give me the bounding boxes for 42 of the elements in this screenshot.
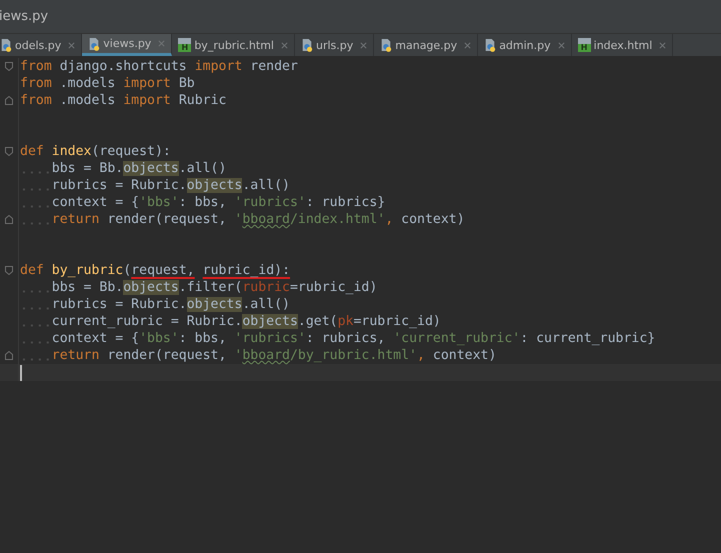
python-file-icon xyxy=(380,38,392,52)
code-line: current_rubric = Rubric.objects.get(pk=rubric_id) xyxy=(52,314,441,329)
fold-icon[interactable] xyxy=(5,147,13,156)
close-icon[interactable] xyxy=(558,42,565,48)
close-icon[interactable] xyxy=(68,42,76,48)
close-icon[interactable] xyxy=(158,40,166,47)
text-caret xyxy=(20,364,22,380)
python-file-icon xyxy=(88,36,100,50)
close-icon[interactable] xyxy=(280,42,288,48)
python-file-icon xyxy=(0,38,12,52)
code-line: from django.shortcuts import render xyxy=(20,59,298,74)
code-line: context = {'bbs': bbs, 'rubrics': rubrics} xyxy=(52,195,386,210)
code-line: bbs = Bb.objects.all() xyxy=(52,161,226,176)
window-title: iews.py xyxy=(0,9,48,24)
fold-end-icon[interactable] xyxy=(5,351,13,360)
file-tab[interactable]: H by_rubric.html xyxy=(172,34,295,56)
html-file-icon: H xyxy=(578,38,591,52)
file-tab[interactable]: admin.py xyxy=(478,34,572,56)
fold-icon[interactable] xyxy=(5,62,13,71)
code-line: from .models import Bb xyxy=(20,76,195,91)
close-icon[interactable] xyxy=(659,42,666,48)
code-line: rubrics = Rubric.objects.all() xyxy=(52,297,290,312)
html-file-icon: H xyxy=(178,38,192,52)
code-line: context = {'bbs': bbs, 'rubrics': rubrics, 'current_rubric': current_rubric} xyxy=(52,331,656,346)
code-line: from .models import Rubric xyxy=(20,93,226,108)
python-file-icon xyxy=(300,38,313,52)
code-line: def index(request): xyxy=(20,144,171,159)
fold-end-icon[interactable] xyxy=(5,215,13,224)
file-tab[interactable]: urls.py xyxy=(294,34,374,56)
file-tab[interactable]: manage.py xyxy=(374,34,478,56)
file-tab[interactable]: views.py xyxy=(82,34,172,56)
close-icon[interactable] xyxy=(360,42,368,48)
close-icon[interactable] xyxy=(464,42,472,48)
python-file-icon xyxy=(484,38,496,52)
code-line: return render(request, 'bboard/index.html', context) xyxy=(52,212,465,227)
code-line: def by_rubric(request, rubric_id): xyxy=(20,263,290,278)
file-tab[interactable]: H index.html xyxy=(572,34,674,56)
fold-end-icon[interactable] xyxy=(5,96,13,105)
fold-icon[interactable] xyxy=(5,266,13,275)
code-line: bbs = Bb.objects.filter(rubric=rubric_id) xyxy=(52,280,378,295)
code-line: return render(request, 'bboard/by_rubric.html', context) xyxy=(52,348,496,363)
code-line: rubrics = Rubric.objects.all() xyxy=(52,178,290,193)
